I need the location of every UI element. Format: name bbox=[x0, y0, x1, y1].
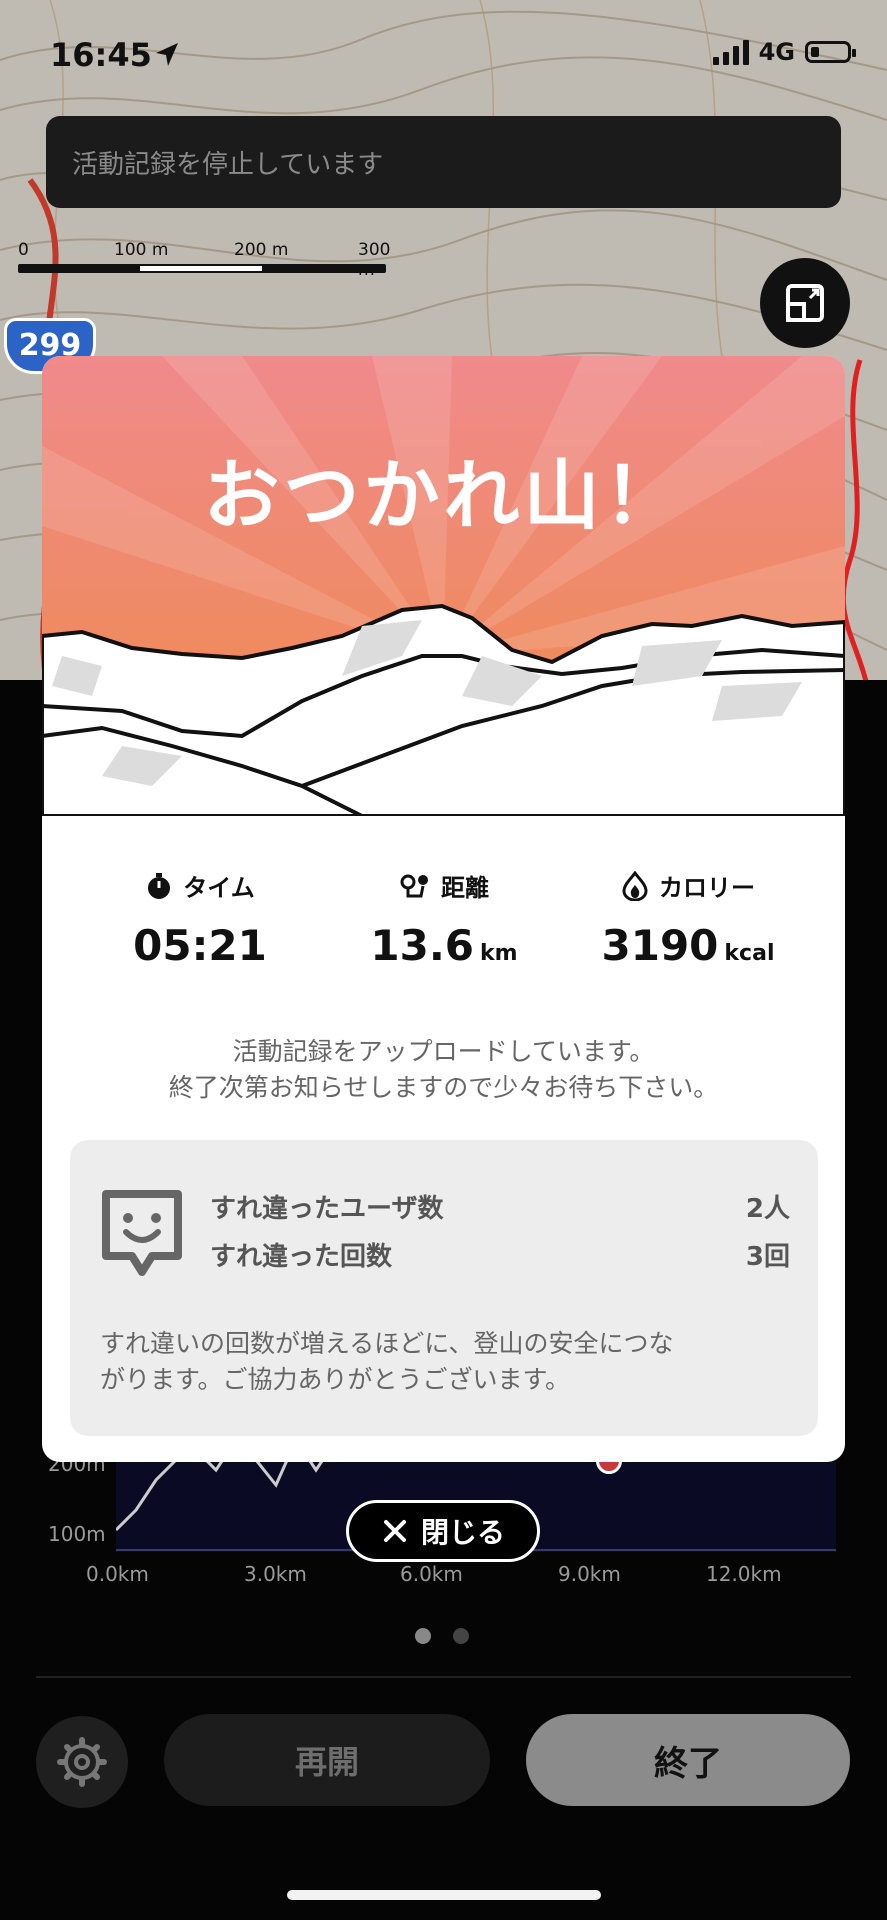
status-time: 16:45 bbox=[50, 36, 152, 74]
page-dot-active[interactable] bbox=[415, 1628, 431, 1644]
signal-icon bbox=[712, 39, 749, 65]
completion-modal: おつかれ山！ タイム 05:21 距離 13.6 km カロリー 3190 kc… bbox=[42, 356, 845, 1462]
network-type: 4G bbox=[758, 38, 795, 66]
divider bbox=[36, 1676, 851, 1678]
stat-time: タイム 05:21 bbox=[80, 868, 320, 970]
mountain-hero-illustration bbox=[42, 356, 845, 816]
stat-distance-unit: km bbox=[480, 941, 518, 966]
stat-distance-label: 距離 bbox=[441, 874, 489, 902]
map-scale: 0 100 m 200 m 300 m bbox=[18, 240, 398, 280]
passing-count-label: すれ違った回数 bbox=[210, 1242, 393, 1272]
scale-label: 0 bbox=[18, 240, 29, 260]
recording-status-banner: 活動記録を停止しています bbox=[46, 116, 841, 208]
stat-calorie: カロリー 3190 kcal bbox=[568, 868, 808, 970]
upload-message: 活動記録をアップロードしています。 終了次第お知らせしますので少々お待ち下さい。 bbox=[42, 1034, 845, 1106]
stat-calorie-value: 3190 bbox=[601, 921, 719, 970]
recording-status-text: 活動記録を停止しています bbox=[72, 150, 384, 180]
layer-icon bbox=[786, 284, 824, 322]
scale-label: 300 m bbox=[358, 240, 391, 280]
passing-note-line: すれ違いの回数が増えるほどに、登山の安全につな bbox=[100, 1329, 674, 1358]
scale-bar-segment bbox=[140, 266, 262, 271]
chart-x-label: 3.0km bbox=[244, 1562, 307, 1586]
close-button[interactable]: 閉じる bbox=[346, 1500, 540, 1562]
route-pin-icon bbox=[400, 874, 428, 897]
modal-title: おつかれ山！ bbox=[203, 451, 684, 540]
scale-label: 100 m bbox=[114, 240, 169, 260]
chart-x-label: 12.0km bbox=[706, 1562, 782, 1586]
end-button[interactable]: 終了 bbox=[526, 1714, 850, 1806]
location-arrow-icon bbox=[156, 43, 178, 66]
stat-time-value: 05:21 bbox=[133, 921, 267, 970]
smiling-device-icon bbox=[102, 1190, 182, 1276]
chart-x-label: 6.0km bbox=[400, 1562, 463, 1586]
stat-calorie-label: カロリー bbox=[659, 874, 755, 902]
stat-distance-value: 13.6 bbox=[370, 921, 475, 970]
passing-users-label: すれ違ったユーザ数 bbox=[210, 1194, 444, 1224]
scale-label: 200 m bbox=[234, 240, 289, 260]
passing-count-row: すれ違った回数 3回 bbox=[210, 1236, 790, 1273]
passing-count-value: 3回 bbox=[745, 1242, 790, 1272]
stat-distance: 距離 13.6 km bbox=[324, 868, 564, 970]
gear-icon bbox=[57, 1737, 107, 1787]
stopwatch-icon bbox=[148, 872, 171, 899]
upload-message-line: 活動記録をアップロードしています。 bbox=[232, 1037, 655, 1066]
passing-info-box: すれ違ったユーザ数 2人 すれ違った回数 3回 すれ違いの回数が増えるほどに、登… bbox=[70, 1140, 818, 1436]
passing-note-line: がります。ご協力ありがとうございます。 bbox=[100, 1365, 571, 1394]
chart-x-label: 0.0km bbox=[86, 1562, 149, 1586]
settings-button[interactable] bbox=[36, 1716, 128, 1808]
stat-calorie-unit: kcal bbox=[724, 941, 775, 966]
close-button-label: 閉じる bbox=[420, 1516, 505, 1549]
status-indicators: 4G bbox=[712, 38, 856, 66]
page-dot[interactable] bbox=[453, 1628, 469, 1644]
chart-x-label: 9.0km bbox=[558, 1562, 621, 1586]
passing-note: すれ違いの回数が増えるほどに、登山の安全につな がります。ご協力ありがとうござい… bbox=[100, 1326, 790, 1398]
map-layer-button[interactable] bbox=[760, 258, 850, 348]
resume-button[interactable]: 再開 bbox=[164, 1714, 490, 1806]
stat-time-label: タイム bbox=[183, 874, 255, 902]
close-icon bbox=[383, 1520, 406, 1542]
passing-users-row: すれ違ったユーザ数 2人 bbox=[210, 1188, 790, 1225]
battery-icon bbox=[805, 41, 856, 63]
chart-y-label: 100m bbox=[48, 1522, 106, 1546]
passing-users-value: 2人 bbox=[745, 1194, 790, 1224]
flame-icon bbox=[622, 870, 648, 901]
home-indicator[interactable] bbox=[287, 1890, 601, 1900]
upload-message-line: 終了次第お知らせしますので少々お待ち下さい。 bbox=[168, 1073, 719, 1102]
page-indicator bbox=[415, 1628, 469, 1644]
